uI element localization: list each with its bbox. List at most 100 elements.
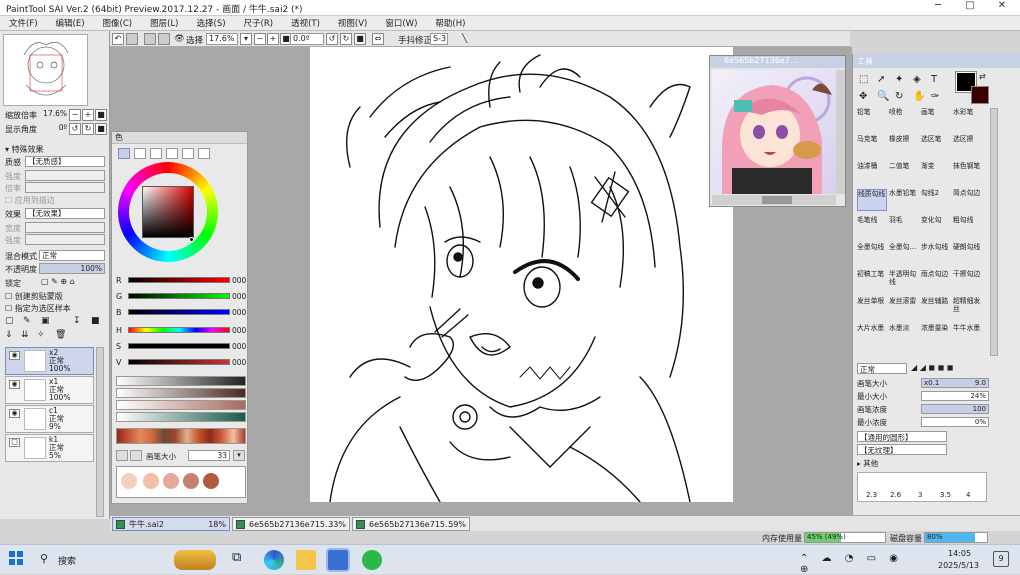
close-button[interactable]: ✕ — [988, 0, 1016, 16]
scratchpad-tab-icon[interactable] — [198, 148, 210, 159]
magic-wand-icon[interactable]: ✦ — [895, 74, 903, 85]
brush-slot[interactable]: 铅笔 — [857, 108, 887, 130]
new-layer-icon[interactable]: ▢ — [5, 316, 14, 326]
windows-start-icon[interactable] — [8, 550, 28, 570]
lasso-icon[interactable]: ➚ — [877, 74, 885, 85]
swatch-tab-icon[interactable] — [182, 148, 194, 159]
swatch-add-icon[interactable] — [116, 450, 128, 461]
brush-tip-shapes[interactable]: ◢ ◢ ◼ ◼ ◼ — [911, 363, 991, 374]
zoom-field[interactable]: 17.6% — [206, 33, 238, 45]
texture-select[interactable]: 【无质感】 — [25, 156, 105, 167]
brush-slot[interactable]: 水墨铅笔 — [889, 189, 919, 211]
layer-item[interactable]: ◉ x1 正常 100% — [5, 376, 94, 404]
brush-slot[interactable]: 硬朗勾线 — [953, 243, 983, 265]
zoom-dropdown-icon[interactable]: ▾ — [240, 33, 252, 45]
brush-slot[interactable]: 全墨勾… — [889, 243, 919, 265]
brush-slot[interactable]: 水彩笔 — [953, 108, 983, 130]
swap-colors-icon[interactable]: ⇄ — [979, 72, 986, 81]
blend-select[interactable]: 正常 — [39, 250, 105, 261]
brush-slot[interactable]: 抹色钢笔 — [953, 162, 983, 184]
reference-image[interactable] — [712, 70, 836, 194]
file-explorer-icon[interactable] — [296, 550, 316, 570]
nav-zoom-reset-button[interactable]: ■ — [95, 109, 107, 121]
size-preset[interactable]: 2.3 — [866, 491, 877, 499]
brush-size-dropdown-icon[interactable]: ▾ — [233, 450, 245, 461]
rgb-slider-tab-icon[interactable] — [134, 148, 146, 159]
density-slider[interactable]: 100 — [921, 404, 989, 414]
slider-g[interactable]: G 000 — [116, 291, 246, 303]
brush-slot[interactable]: 勾线2 — [921, 189, 951, 211]
eyedropper-icon[interactable]: ✑ — [931, 91, 939, 102]
layer-scrollbar[interactable] — [96, 347, 104, 517]
brush-slot[interactable]: 超精细发丝 — [953, 297, 983, 319]
edge-browser-icon[interactable] — [264, 550, 284, 570]
slider-h[interactable]: H 000 — [116, 325, 246, 337]
brush-slot[interactable]: 羽毛 — [889, 216, 919, 238]
redo-icon[interactable] — [126, 33, 138, 45]
brush-slot[interactable]: 发丝滚雷 — [889, 297, 919, 319]
menu-file[interactable]: 文件(F) — [0, 16, 47, 29]
brush-slot[interactable]: 步水勾线 — [921, 243, 951, 265]
menu-select[interactable]: 选择(S) — [188, 16, 235, 29]
menu-image[interactable]: 图像(C) — [94, 16, 142, 29]
brush-slot[interactable]: 半透明勾线 — [889, 270, 919, 292]
notification-badge[interactable]: 9 — [993, 551, 1009, 567]
layer-visibility-icon[interactable]: ◉ — [9, 351, 20, 360]
wechat-icon[interactable] — [362, 550, 382, 570]
brush-slot[interactable]: 线质勾线 — [857, 189, 887, 211]
layer-item[interactable]: ◉ c1 正常 9% — [5, 405, 94, 433]
new-mask-icon[interactable]: ▣ — [41, 316, 50, 326]
invert-selection-button[interactable] — [158, 33, 170, 45]
brush-mode-select[interactable]: 正常 — [857, 363, 907, 374]
flip-horizontal-button[interactable]: ⇔ — [372, 33, 384, 45]
size-preset[interactable]: 2.6 — [890, 491, 901, 499]
hsv-slider-tab-icon[interactable] — [150, 148, 162, 159]
brush-slot[interactable]: 二值笔 — [889, 162, 919, 184]
slider-s[interactable]: S 000 — [116, 341, 246, 353]
color-wheel-tab-icon[interactable] — [118, 148, 130, 159]
slider-v[interactable]: V 000 — [116, 357, 246, 369]
nav-rotate-right-button[interactable]: ↻ — [82, 123, 94, 135]
document-tab[interactable]: 牛牛.sai2 18% — [112, 517, 230, 531]
layer-visibility-icon[interactable]: ◉ — [9, 409, 20, 418]
drawing-canvas[interactable] — [310, 47, 733, 502]
pen-pressure-icon[interactable]: ╲ — [462, 34, 467, 44]
hand-icon[interactable]: ✋ — [913, 91, 925, 102]
zoom-tool-icon[interactable]: 🔍 — [877, 91, 889, 102]
secondary-color-swatch[interactable] — [971, 86, 989, 104]
layer-item[interactable]: ◉ x2 正常 100% — [5, 347, 94, 375]
delete-layer-icon[interactable]: 🗑 — [55, 330, 66, 340]
effect-select[interactable]: 【无效果】 — [25, 208, 105, 219]
menu-view[interactable]: 视图(V) — [329, 16, 376, 29]
brush-slot[interactable]: 雨点勾边 — [921, 270, 951, 292]
hue-ring[interactable] — [118, 162, 218, 262]
nav-zoom-out-button[interactable]: − — [69, 109, 81, 121]
menu-layer[interactable]: 图层(L) — [141, 16, 187, 29]
brush-grid-scrollbar[interactable] — [990, 108, 998, 356]
swatch-delete-icon[interactable] — [130, 450, 142, 461]
minimize-button[interactable]: ─ — [924, 0, 952, 16]
layer-visibility-icon[interactable]: ◉ — [9, 380, 20, 389]
zoom-in-button[interactable]: + — [267, 33, 279, 45]
rotate-reset-button[interactable]: ■ — [354, 33, 366, 45]
menu-ruler[interactable]: 尺子(R) — [235, 16, 283, 29]
opacity-slider[interactable]: 100% — [39, 263, 105, 274]
zoom-out-button[interactable]: − — [254, 33, 266, 45]
saturation-value-square[interactable] — [142, 186, 194, 238]
brush-slot[interactable]: 简点勾边 — [953, 189, 983, 211]
brush-slot[interactable]: 发丝单根 — [857, 297, 887, 319]
layer-move-icon[interactable]: ↧ — [73, 316, 81, 326]
layer-visibility-icon[interactable]: □ — [9, 438, 20, 447]
brush-slot[interactable]: 全墨勾线 — [857, 243, 887, 265]
document-tab[interactable]: 6e565b27136e715… 33% — [232, 517, 350, 531]
nav-rotate-reset-button[interactable]: ■ — [95, 123, 107, 135]
swatch-grid[interactable] — [116, 428, 246, 444]
brush-slot[interactable]: 发丝辅路 — [921, 297, 951, 319]
gradient-bars[interactable] — [116, 376, 246, 424]
maximize-button[interactable]: □ — [956, 0, 984, 16]
task-view-icon[interactable]: ⧉ — [232, 550, 252, 570]
brush-slot[interactable]: 喷枪 — [889, 108, 919, 130]
brush-texture-select[interactable]: 【无纹理】 — [857, 444, 947, 455]
reference-hscrollbar[interactable] — [712, 195, 836, 205]
gradient-tab-icon[interactable] — [166, 148, 178, 159]
